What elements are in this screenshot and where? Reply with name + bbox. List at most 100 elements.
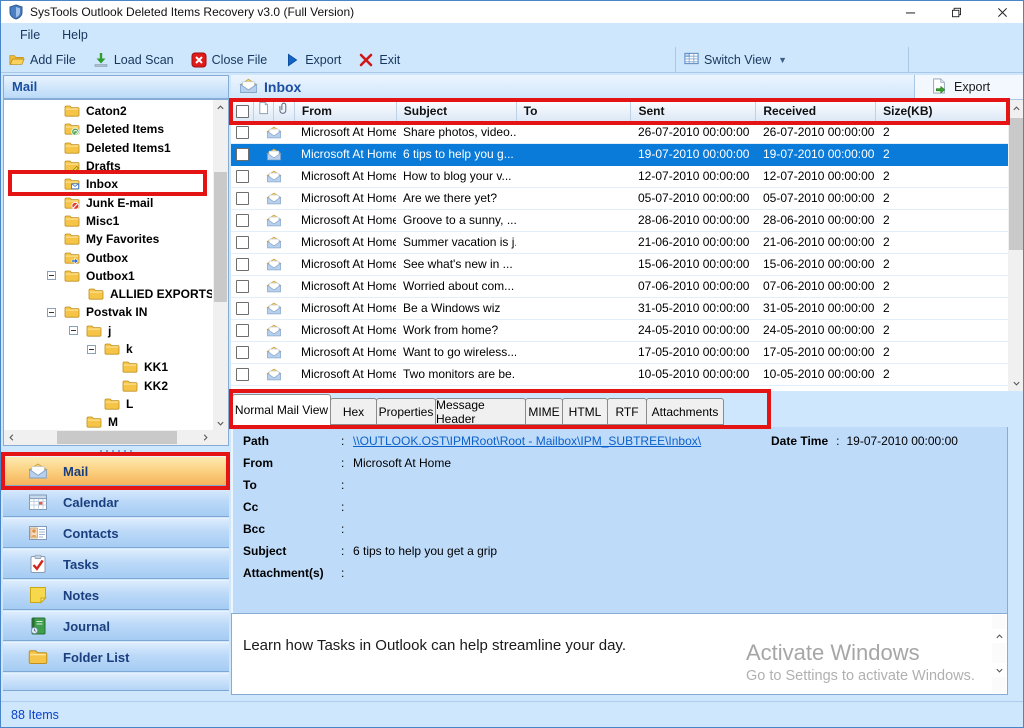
row-checkbox-cell[interactable] — [231, 276, 253, 297]
mail-row[interactable]: Microsoft At HomeHow to blog your v...12… — [231, 166, 1008, 188]
column-header-subject[interactable]: Subject — [397, 101, 517, 121]
tree-item-kk1[interactable]: KK1 — [4, 358, 212, 376]
row-checkbox-cell[interactable] — [231, 210, 253, 231]
tree-vertical-scrollbar[interactable] — [213, 100, 228, 431]
mail-list-scrollbar[interactable] — [1008, 100, 1024, 391]
close-button[interactable] — [979, 1, 1024, 23]
row-checkbox[interactable] — [236, 214, 249, 227]
scroll-down-arrow[interactable] — [213, 416, 228, 431]
toolbar-export-button[interactable]: Export — [284, 52, 341, 68]
export-button[interactable]: Export — [914, 75, 1024, 100]
tree-item-m[interactable]: M — [4, 413, 212, 431]
mail-row[interactable]: Microsoft At HomeGroove to a sunny, ...2… — [231, 210, 1008, 232]
mail-row[interactable]: Microsoft At HomeWorried about com...07-… — [231, 276, 1008, 298]
nav-notes-button[interactable]: Notes — [3, 580, 229, 610]
row-checkbox[interactable] — [236, 236, 249, 249]
tree-item-postvak-in[interactable]: Postvak IN — [4, 303, 212, 321]
tab-properties[interactable]: Properties — [376, 398, 436, 425]
scroll-right-arrow[interactable] — [198, 430, 213, 445]
toolbar-exit-button[interactable]: Exit — [358, 52, 400, 68]
scroll-thumb[interactable] — [214, 172, 227, 302]
mail-row[interactable]: Microsoft At HomeSee what's new in ...15… — [231, 254, 1008, 276]
tab-mime[interactable]: MIME — [525, 398, 563, 425]
scroll-down-arrow[interactable] — [992, 663, 1006, 677]
select-all-checkbox[interactable] — [236, 105, 249, 118]
nav-folder-list-button[interactable]: Folder List — [3, 642, 229, 672]
nav-contacts-button[interactable]: Contacts — [3, 518, 229, 548]
tree-item-misc1[interactable]: Misc1 — [4, 212, 212, 230]
collapse-icon[interactable] — [47, 271, 56, 280]
mail-row[interactable]: Microsoft At HomeAre we there yet?05-07-… — [231, 188, 1008, 210]
row-checkbox[interactable] — [236, 302, 249, 315]
toolbar-load-scan-button[interactable]: Load Scan — [93, 52, 174, 68]
row-checkbox[interactable] — [236, 280, 249, 293]
row-checkbox[interactable] — [236, 346, 249, 359]
mail-row[interactable]: Microsoft At HomeShare photos, video...2… — [231, 122, 1008, 144]
row-checkbox-cell[interactable] — [231, 342, 253, 363]
row-checkbox-cell[interactable] — [231, 166, 253, 187]
row-checkbox[interactable] — [236, 324, 249, 337]
body-scrollbar[interactable] — [992, 615, 1006, 693]
tree-horizontal-scrollbar[interactable] — [4, 430, 213, 445]
column-header-from[interactable]: From — [295, 101, 397, 121]
mail-row[interactable]: Microsoft At HomeWant to go wireless...1… — [231, 342, 1008, 364]
minimize-button[interactable] — [887, 1, 933, 23]
splitter-handle[interactable] — [3, 447, 229, 455]
tree-item-k[interactable]: k — [4, 340, 212, 358]
mail-row[interactable]: Microsoft At HomeSummer vacation is j...… — [231, 232, 1008, 254]
nav-journal-button[interactable]: Journal — [3, 611, 229, 641]
row-checkbox[interactable] — [236, 192, 249, 205]
nav-tasks-button[interactable]: Tasks — [3, 549, 229, 579]
scroll-up-arrow[interactable] — [992, 629, 1006, 643]
row-checkbox-cell[interactable] — [231, 298, 253, 319]
tree-item-deleted-items1[interactable]: Deleted Items1 — [4, 139, 212, 157]
collapse-icon[interactable] — [47, 308, 56, 317]
attachment-column[interactable] — [274, 101, 295, 121]
mail-row[interactable]: Microsoft At HomeBe a Windows wiz31-05-2… — [231, 298, 1008, 320]
row-checkbox[interactable] — [236, 170, 249, 183]
mail-row[interactable] — [231, 386, 1008, 391]
row-checkbox-cell[interactable] — [231, 320, 253, 341]
scroll-up-arrow[interactable] — [213, 100, 228, 115]
mail-row[interactable]: Microsoft At HomeTwo monitors are be...1… — [231, 364, 1008, 386]
tree-item-caton2[interactable]: Caton2 — [4, 102, 212, 120]
column-header-to[interactable]: To — [517, 101, 632, 121]
toolbar-close-file-button[interactable]: Close File — [191, 52, 268, 68]
row-checkbox[interactable] — [236, 148, 249, 161]
row-checkbox-cell[interactable] — [231, 188, 253, 209]
menu-file[interactable]: File — [9, 26, 51, 44]
tab-rtf[interactable]: RTF — [607, 398, 647, 425]
scroll-down-arrow[interactable] — [1008, 375, 1024, 391]
scroll-up-arrow[interactable] — [1008, 100, 1024, 116]
tree-item-j[interactable]: j — [4, 322, 212, 340]
row-checkbox-cell[interactable] — [231, 232, 253, 253]
mail-row[interactable]: Microsoft At HomeWork from home?24-05-20… — [231, 320, 1008, 342]
tree-item-kk2[interactable]: KK2 — [4, 376, 212, 394]
tab-message-header[interactable]: Message Header — [435, 398, 526, 425]
select-all-checkbox-cell[interactable] — [232, 101, 254, 121]
tree-item-drafts[interactable]: Drafts — [4, 157, 212, 175]
column-header-sent[interactable]: Sent — [631, 101, 756, 121]
row-checkbox[interactable] — [236, 368, 249, 381]
scroll-left-arrow[interactable] — [4, 430, 19, 445]
tab-attachments[interactable]: Attachments — [646, 398, 724, 425]
column-header-size-kb[interactable]: Size(KB) — [876, 101, 1007, 121]
tree-item-outbox[interactable]: Outbox — [4, 248, 212, 266]
mail-list-header[interactable]: FromSubjectToSentReceivedSize(KB) — [231, 100, 1008, 122]
tree-item-junk-e-mail[interactable]: Junk E-mail — [4, 193, 212, 211]
collapse-icon[interactable] — [69, 326, 78, 335]
tab-normal-mail-view[interactable]: Normal Mail View — [232, 394, 331, 426]
row-checkbox-cell[interactable] — [231, 122, 253, 143]
scroll-thumb[interactable] — [1009, 118, 1023, 250]
detail-value-link[interactable]: \\OUTLOOK.OST\IPMRoot\Root - Mailbox\IPM… — [353, 434, 701, 456]
toolbar-add-file-button[interactable]: Add File — [9, 52, 76, 68]
column-header-received[interactable]: Received — [756, 101, 876, 121]
message-icon-column[interactable] — [254, 101, 274, 121]
row-checkbox[interactable] — [236, 390, 249, 391]
tree-item-my-favorites[interactable]: My Favorites — [4, 230, 212, 248]
tree-item-allied-exports[interactable]: ALLIED EXPORTS — [4, 285, 212, 303]
nav-mail-button[interactable]: Mail — [3, 456, 229, 486]
row-checkbox-cell[interactable] — [231, 144, 253, 165]
tree-item-l[interactable]: L — [4, 395, 212, 413]
scroll-thumb[interactable] — [57, 431, 177, 444]
